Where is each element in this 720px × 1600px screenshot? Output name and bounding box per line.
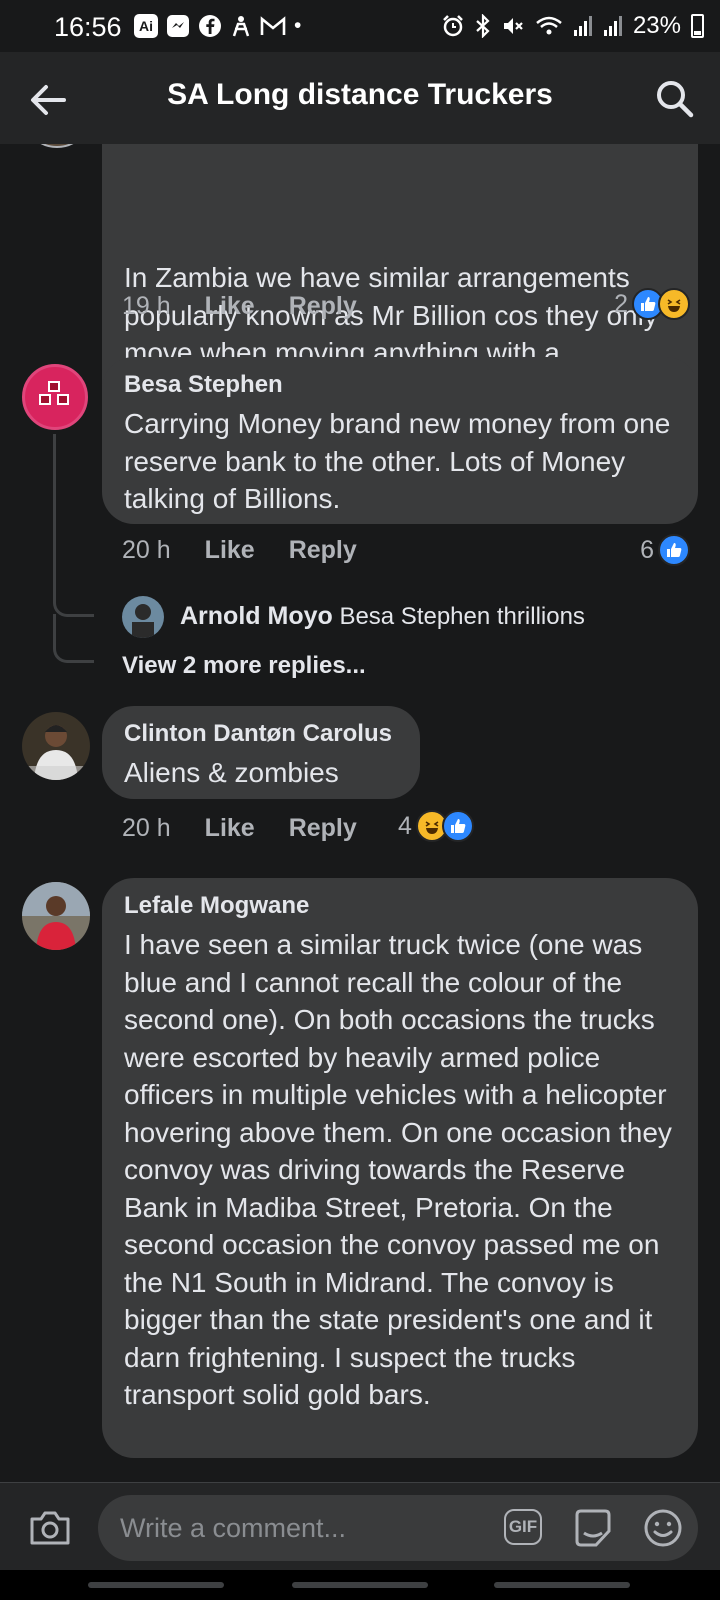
gmail-icon bbox=[260, 16, 286, 35]
comment-author[interactable]: Besa Stephen bbox=[124, 371, 676, 399]
thread-branch bbox=[53, 614, 94, 663]
avatar[interactable] bbox=[22, 712, 90, 780]
reaction-count: 4 bbox=[398, 811, 412, 840]
system-icons: 23% bbox=[441, 12, 704, 40]
reaction-summary[interactable]: 2 bbox=[614, 288, 690, 320]
mute-icon bbox=[503, 18, 523, 34]
bluetooth-icon bbox=[476, 14, 490, 38]
status-bar: 16:56 Ai • 23% bbox=[0, 0, 720, 52]
thread-line bbox=[53, 434, 56, 576]
reply-button[interactable]: Reply bbox=[289, 536, 357, 565]
like-button[interactable]: Like bbox=[205, 814, 255, 843]
view-more-replies-link[interactable]: View 2 more replies... bbox=[122, 652, 366, 680]
comment-bubble[interactable]: Besa Stephen Carrying Money brand new mo… bbox=[102, 357, 698, 524]
camera-icon[interactable] bbox=[28, 1507, 72, 1547]
like-button[interactable]: Like bbox=[205, 292, 255, 321]
reaction-summary[interactable]: 6 bbox=[640, 534, 690, 566]
comment-time: 19 h bbox=[122, 292, 171, 320]
dot-icon: • bbox=[294, 14, 302, 37]
facebook-icon bbox=[199, 15, 221, 37]
thumbs-up-icon bbox=[441, 810, 474, 842]
battery-percent: 23% bbox=[632, 12, 681, 39]
avatar[interactable] bbox=[22, 144, 92, 148]
reply-text: Besa Stephen thrillions bbox=[339, 603, 585, 630]
nav-recent-apps[interactable] bbox=[88, 1582, 224, 1588]
system-nav-bar bbox=[0, 1570, 720, 1600]
comment-feed[interactable]: In Zambia we have similar arrangements p… bbox=[0, 144, 720, 1482]
like-button[interactable]: Like bbox=[205, 536, 255, 565]
reply-author[interactable]: Arnold Moyo bbox=[180, 602, 333, 630]
avatar[interactable] bbox=[122, 596, 164, 638]
messenger-icon bbox=[167, 15, 189, 37]
alarm-icon bbox=[443, 15, 463, 37]
notification-icons: Ai • bbox=[134, 14, 301, 38]
app-bar: SA Long distance Truckers bbox=[0, 52, 720, 144]
comment-actions: 19 h Like Reply bbox=[122, 292, 357, 321]
laughing-emoji-icon bbox=[658, 288, 690, 320]
comment-actions: 20 h Like Reply bbox=[122, 814, 357, 843]
comment-bubble[interactable]: Lefale Mogwane I have seen a similar tru… bbox=[102, 878, 698, 1458]
battery-icon bbox=[691, 14, 704, 38]
page-title: SA Long distance Truckers bbox=[167, 78, 553, 111]
comment-author[interactable]: Clinton Dantøn Carolus bbox=[124, 720, 398, 748]
thumbs-up-icon bbox=[658, 534, 690, 566]
comment-time: 20 h bbox=[122, 536, 171, 564]
wifi-icon bbox=[536, 16, 562, 35]
nav-back[interactable] bbox=[494, 1582, 630, 1588]
reaction-count: 6 bbox=[640, 535, 654, 564]
bixby-icon bbox=[232, 16, 250, 37]
ai-app-icon: Ai bbox=[134, 14, 158, 38]
nav-home[interactable] bbox=[292, 1582, 428, 1588]
comment-text: Aliens & zombies bbox=[124, 757, 339, 788]
gif-button[interactable]: GIF bbox=[504, 1509, 542, 1545]
comment-author[interactable]: Lefale Mogwane bbox=[124, 892, 676, 920]
comment-bubble[interactable]: Clinton Dantøn Carolus Aliens & zombies bbox=[102, 706, 420, 799]
comment-composer: GIF bbox=[0, 1482, 720, 1571]
status-time: 16:56 bbox=[54, 12, 122, 42]
comment-text: Carrying Money brand new money from one … bbox=[124, 408, 671, 514]
reply-button[interactable]: Reply bbox=[289, 292, 357, 321]
comment-actions: 20 h Like Reply bbox=[122, 536, 357, 565]
sticker-icon[interactable] bbox=[572, 1507, 614, 1549]
avatar[interactable] bbox=[22, 882, 90, 950]
search-icon[interactable] bbox=[654, 78, 694, 118]
reaction-summary[interactable]: 4 bbox=[398, 810, 474, 842]
thread-branch bbox=[53, 574, 94, 617]
reaction-count: 2 bbox=[614, 289, 628, 318]
comment-time: 20 h bbox=[122, 814, 171, 842]
logo-icon bbox=[39, 381, 69, 405]
signal-icon bbox=[573, 16, 592, 36]
reply-button[interactable]: Reply bbox=[289, 814, 357, 843]
comment-text: I have seen a similar truck twice (one w… bbox=[124, 929, 672, 1410]
avatar[interactable] bbox=[22, 364, 88, 430]
signal-icon bbox=[603, 16, 622, 36]
emoji-icon[interactable] bbox=[642, 1507, 684, 1549]
reply-preview[interactable]: Arnold Moyo Besa Stephen thrillions bbox=[180, 602, 585, 631]
